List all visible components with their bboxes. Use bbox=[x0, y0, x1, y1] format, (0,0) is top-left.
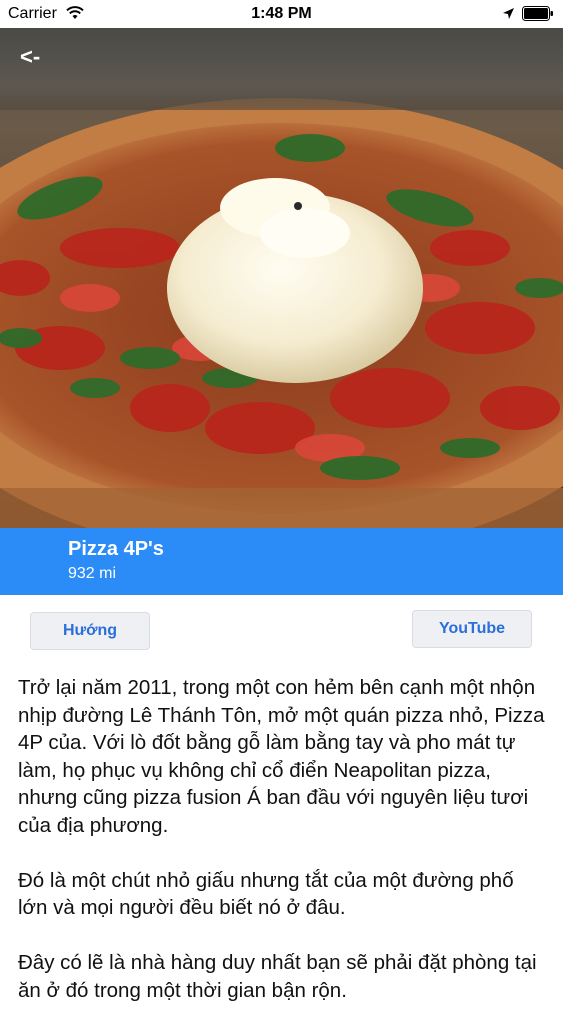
description-paragraph: Đó là một chút nhỏ giấu nhưng tắt của mộ… bbox=[18, 868, 514, 920]
clock: 1:48 PM bbox=[251, 5, 312, 22]
description: Trở lại năm 2011, trong một con hẻm bên … bbox=[18, 674, 548, 1032]
place-header: Pizza 4P's 932 mi bbox=[0, 528, 563, 595]
directions-button[interactable]: Hướng bbox=[30, 612, 150, 650]
back-button[interactable]: <- bbox=[20, 42, 60, 72]
place-distance: 932 mi bbox=[68, 565, 117, 582]
battery-icon bbox=[522, 6, 553, 21]
description-paragraph: Trở lại năm 2011, trong một con hẻm bên … bbox=[18, 676, 545, 837]
description-paragraph: Đây có lẽ là nhà hàng duy nhất bạn sẽ ph… bbox=[18, 951, 537, 1002]
hero-top-shade bbox=[0, 28, 563, 110]
hero-image: <- bbox=[0, 28, 563, 528]
location-arrow-icon bbox=[503, 8, 514, 19]
place-name: Pizza 4P's bbox=[68, 538, 164, 560]
status-bar: Carrier 1:48 PM bbox=[0, 0, 563, 28]
youtube-button[interactable]: YouTube bbox=[412, 610, 532, 648]
